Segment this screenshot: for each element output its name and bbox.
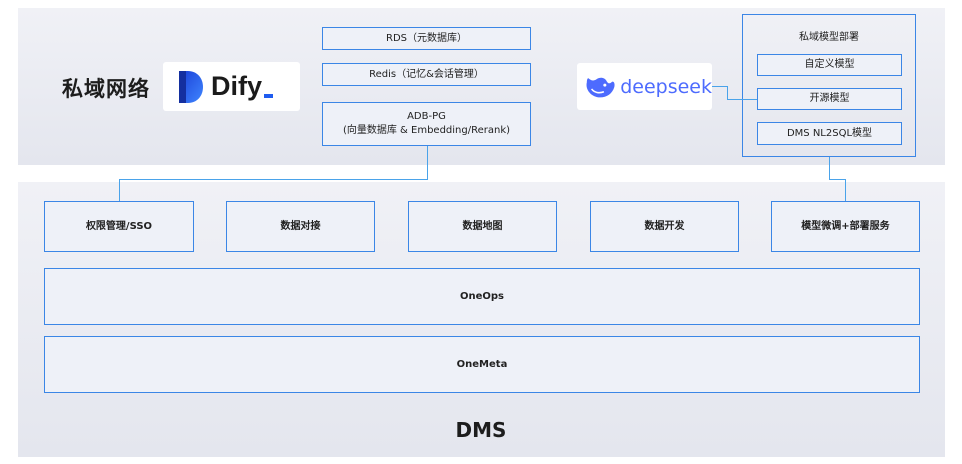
service-data-development: 数据开发 bbox=[590, 201, 739, 252]
dify-d-icon bbox=[179, 70, 203, 103]
dms-title: DMS bbox=[455, 418, 507, 442]
connector-deepseek-model-v bbox=[727, 86, 728, 99]
service-data-map: 数据地图 bbox=[408, 201, 557, 252]
open-source-model-box: 开源模型 bbox=[757, 88, 902, 110]
adb-pg-title: ADB-PG bbox=[407, 111, 446, 122]
service-permission-sso: 权限管理/SSO bbox=[44, 201, 194, 252]
deepseek-logo: deepseek bbox=[577, 63, 712, 110]
connector-model-finetune-h bbox=[829, 179, 846, 180]
dms-nl2sql-model-box: DMS NL2SQL模型 bbox=[757, 122, 902, 145]
connector-adb-sso-v2 bbox=[119, 179, 120, 201]
redis-box: Redis（记忆&会话管理） bbox=[322, 63, 531, 86]
dify-logo-text: Dify bbox=[211, 71, 263, 101]
connector-adb-sso-h bbox=[119, 179, 428, 180]
private-network-title: 私域网络 bbox=[62, 77, 150, 101]
service-data-integration: 数据对接 bbox=[226, 201, 375, 252]
rds-box: RDS（元数据库） bbox=[322, 27, 531, 50]
adb-pg-subtitle: (向量数据库 & Embedding/Rerank) bbox=[342, 125, 511, 136]
service-model-finetune-deploy: 模型微调+部署服务 bbox=[771, 201, 920, 252]
dify-underscore bbox=[264, 93, 274, 98]
oneops-box: OneOps bbox=[44, 268, 920, 325]
connector-adb-sso-v1 bbox=[427, 146, 428, 179]
onemeta-box: OneMeta bbox=[44, 336, 920, 393]
connector-model-finetune-v2 bbox=[845, 179, 846, 201]
dify-logo: Dify bbox=[163, 62, 300, 111]
custom-model-box: 自定义模型 bbox=[757, 54, 902, 76]
connector-deepseek-model bbox=[712, 86, 728, 87]
adb-pg-box: ADB-PG (向量数据库 & Embedding/Rerank) bbox=[322, 102, 531, 146]
connector-model-finetune-v1 bbox=[829, 157, 830, 179]
connector-deepseek-model-h2 bbox=[727, 99, 757, 100]
deepseek-whale-icon bbox=[586, 77, 615, 97]
model-deploy-title: 私域模型部署 bbox=[799, 32, 859, 43]
deepseek-logo-text: deepseek bbox=[620, 75, 712, 98]
